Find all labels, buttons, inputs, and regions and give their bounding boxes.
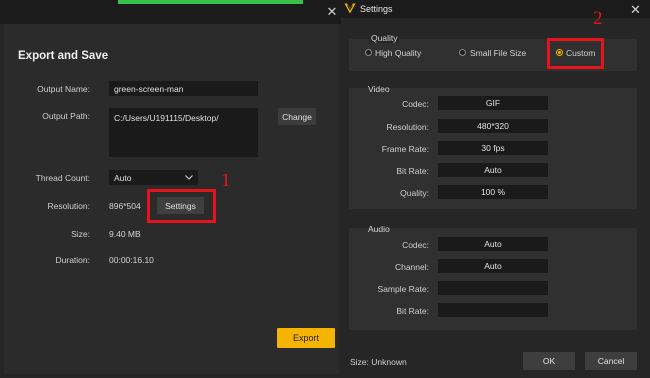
frame-rate-label: Frame Rate: [381, 144, 429, 154]
output-name-input[interactable]: green-screen-man [109, 81, 258, 96]
audio-codec-field[interactable]: Auto [438, 237, 548, 251]
frame-rate-field[interactable]: 30 fps [438, 141, 548, 155]
settings-button[interactable]: Settings [157, 197, 204, 214]
video-bit-rate-label: Bit Rate: [396, 166, 429, 176]
duration-label: Duration: [55, 255, 91, 265]
video-quality-label: Quality: [400, 188, 429, 198]
small-file-size-label[interactable]: Small File Size [470, 48, 526, 58]
cancel-button[interactable]: Cancel [585, 352, 637, 370]
settings-title: Settings [360, 4, 393, 14]
size-value: 9.40 MB [109, 229, 141, 239]
settings-close-icon[interactable]: ✕ [630, 2, 641, 18]
video-group-title: Video [368, 84, 390, 94]
high-quality-radio[interactable] [365, 49, 372, 56]
quality-group-title: Quality [369, 33, 400, 43]
m-logo-icon [344, 3, 356, 14]
annotation-number-2: 2 [593, 8, 603, 29]
video-resolution-label: Resolution: [386, 122, 429, 132]
chevron-down-icon [185, 175, 193, 180]
sample-rate-field[interactable] [438, 281, 548, 295]
size-label: Size: [71, 229, 90, 239]
video-bit-rate-field[interactable]: Auto [438, 163, 548, 177]
resolution-value: 896*504 [109, 201, 141, 211]
small-file-size-radio[interactable] [459, 49, 466, 56]
channel-label: Channel: [394, 262, 429, 272]
video-quality-field[interactable]: 100 % [438, 185, 548, 199]
resolution-label: Resolution: [47, 201, 90, 211]
green-preview-strip [118, 0, 303, 4]
output-name-label: Output Name: [37, 84, 90, 94]
thread-count-value: Auto [114, 172, 132, 183]
thread-count-select[interactable]: Auto [109, 170, 198, 185]
output-path-input[interactable]: C:/Users/U191115/Desktop/ [109, 108, 258, 157]
audio-group-title: Audio [368, 224, 390, 234]
ok-button[interactable]: OK [523, 352, 575, 370]
thread-count-label: Thread Count: [35, 173, 90, 183]
audio-codec-label: Codec: [402, 240, 429, 250]
sample-rate-label: Sample Rate: [377, 284, 430, 294]
export-title: Export and Save [18, 50, 109, 62]
channel-field[interactable]: Auto [438, 259, 548, 273]
custom-radio[interactable] [556, 49, 563, 56]
export-close-icon[interactable]: ✕ [326, 5, 338, 18]
custom-label[interactable]: Custom [566, 48, 595, 58]
output-path-label: Output Path: [42, 111, 90, 121]
duration-value: 00:00:16.10 [109, 255, 154, 265]
annotation-number-1: 1 [221, 170, 231, 191]
export-button[interactable]: Export [277, 328, 335, 348]
high-quality-label[interactable]: High Quality [375, 48, 421, 58]
video-resolution-field[interactable]: 480*320 [438, 119, 548, 133]
change-path-button[interactable]: Change [278, 108, 316, 125]
video-codec-field[interactable]: GIF [438, 96, 548, 110]
audio-bit-rate-field[interactable] [438, 303, 548, 317]
size-status: Size: Unknown [350, 357, 407, 367]
video-codec-label: Codec: [402, 99, 429, 109]
audio-bit-rate-label: Bit Rate: [396, 306, 429, 316]
